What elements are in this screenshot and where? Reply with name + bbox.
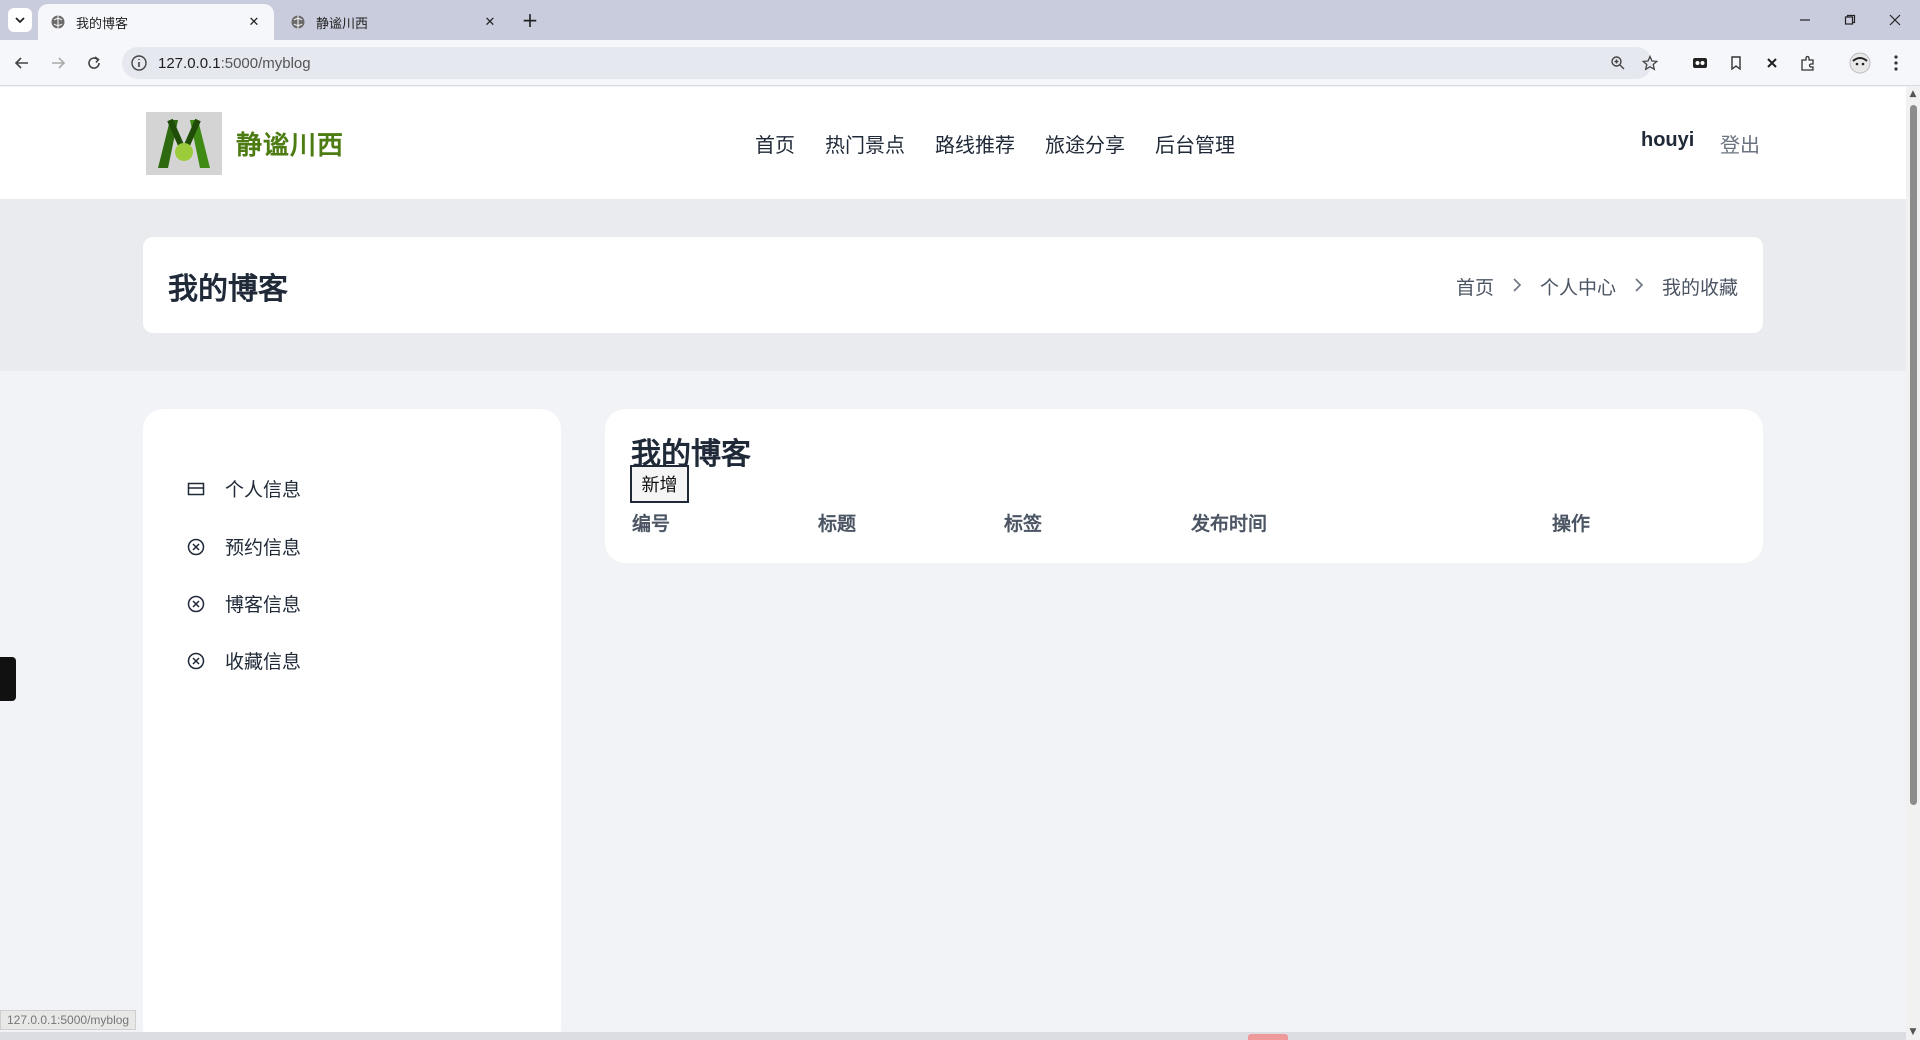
- globe-icon: [51, 15, 65, 29]
- zoom-icon[interactable]: [1608, 53, 1628, 73]
- scroll-down-icon[interactable]: ▼: [1908, 1027, 1918, 1037]
- breadcrumb-home[interactable]: 首页: [1456, 273, 1494, 300]
- circle-x-icon: [187, 652, 205, 670]
- circle-x-icon: [187, 538, 205, 556]
- breadcrumb-current: 我的收藏: [1661, 277, 1738, 299]
- title-card: 我的博客 首页 个人中心 我的收藏: [143, 237, 1763, 333]
- extension-icon[interactable]: [1688, 51, 1712, 75]
- taskbar-indicator: [1248, 1034, 1288, 1040]
- restore-icon[interactable]: [1835, 6, 1865, 34]
- nav-hot-spots[interactable]: 热门景点: [825, 129, 905, 158]
- blog-list-card: 我的博客 新增 编号 标题 标签 发布时间 操作: [605, 409, 1763, 563]
- reload-icon[interactable]: [80, 49, 108, 77]
- nav-admin[interactable]: 后台管理: [1155, 129, 1235, 158]
- browser-tab-bar: 我的博客 ✕ 静谧川西 ✕ +: [0, 0, 1920, 40]
- close-icon[interactable]: ✕: [480, 12, 500, 32]
- tab-title: 我的博客: [76, 16, 129, 32]
- puzzle-icon[interactable]: [1796, 51, 1820, 75]
- tab-search-button[interactable]: [8, 8, 32, 32]
- table-header: 编号 标题 标签 发布时间 操作: [632, 509, 1732, 537]
- id-card-icon: [187, 480, 205, 498]
- scroll-thumb[interactable]: [1910, 105, 1917, 805]
- sidebar-item-label: 博客信息: [225, 594, 302, 616]
- page-scrollbar[interactable]: ▲ ▼: [1906, 87, 1920, 1040]
- floating-side-handle[interactable]: [0, 657, 16, 701]
- browser-tab-active[interactable]: 我的博客 ✕: [38, 4, 274, 40]
- column-header-tags: 标签: [1004, 513, 1043, 535]
- close-icon[interactable]: ✕: [244, 12, 264, 32]
- sidebar-item-booking[interactable]: 预约信息: [187, 533, 301, 560]
- browser-tab[interactable]: 静谧川西 ✕: [278, 4, 510, 40]
- close-extension-icon[interactable]: [1760, 51, 1784, 75]
- sidebar-item-favorites[interactable]: 收藏信息: [187, 647, 301, 674]
- forward-icon[interactable]: [44, 49, 72, 77]
- column-header-title: 标题: [818, 513, 857, 535]
- bookmark-star-icon[interactable]: [1640, 53, 1660, 73]
- chevron-down-icon: [15, 17, 25, 24]
- nav-routes[interactable]: 路线推荐: [935, 129, 1015, 158]
- add-blog-button[interactable]: 新增: [630, 465, 689, 503]
- globe-icon: [291, 15, 305, 29]
- breadcrumb-personal-center[interactable]: 个人中心: [1540, 273, 1616, 300]
- page-title: 我的博客: [168, 272, 288, 307]
- chevron-right-icon: [1512, 276, 1522, 297]
- address-bar[interactable]: 127.0.0.1:5000/myblog: [122, 47, 1658, 79]
- site-header: 静谧川西 首页 热门景点 路线推荐 旅途分享 后台管理 houyi 登出: [0, 87, 1906, 199]
- username[interactable]: houyi: [1641, 129, 1694, 152]
- sidebar-item-profile[interactable]: 个人信息: [187, 475, 301, 502]
- column-header-actions: 操作: [1552, 513, 1591, 535]
- column-header-id: 编号: [632, 513, 671, 535]
- circle-x-icon: [187, 595, 205, 613]
- address-url: 127.0.0.1:5000/myblog: [158, 54, 311, 72]
- site-logo[interactable]: [146, 112, 222, 175]
- more-menu-icon[interactable]: [1884, 51, 1908, 75]
- minimize-icon[interactable]: [1790, 6, 1820, 34]
- page: 静谧川西 首页 热门景点 路线推荐 旅途分享 后台管理 houyi 登出 我的博…: [0, 87, 1906, 1040]
- sidebar-item-blog[interactable]: 博客信息: [187, 590, 301, 617]
- taskbar-strip: [0, 1032, 1906, 1040]
- sidebar-item-label: 个人信息: [225, 479, 302, 501]
- main-nav: 首页 热门景点 路线推荐 旅途分享 后台管理: [755, 129, 1235, 158]
- logout-link[interactable]: 登出: [1720, 129, 1760, 158]
- scroll-up-icon[interactable]: ▲: [1908, 89, 1918, 99]
- profile-avatar-icon[interactable]: [1848, 51, 1872, 75]
- site-info-icon[interactable]: [130, 54, 148, 72]
- sidebar: 个人信息 预约信息 博客信息 收藏信息: [143, 409, 561, 1040]
- back-icon[interactable]: [8, 49, 36, 77]
- brand-name[interactable]: 静谧川西: [236, 125, 344, 162]
- status-bar-url: 127.0.0.1:5000/myblog: [0, 1010, 137, 1030]
- nav-home[interactable]: 首页: [755, 129, 795, 158]
- sidebar-item-label: 预约信息: [225, 537, 302, 559]
- new-tab-button[interactable]: +: [518, 8, 542, 32]
- tab-title: 静谧川西: [316, 16, 369, 32]
- bookmark-icon[interactable]: [1724, 51, 1748, 75]
- page-banner: 我的博客 首页 个人中心 我的收藏: [0, 199, 1906, 371]
- sidebar-item-label: 收藏信息: [225, 651, 302, 673]
- column-header-publish-time: 发布时间: [1191, 513, 1268, 535]
- chevron-right-icon: [1634, 276, 1644, 297]
- breadcrumb: 首页 个人中心 我的收藏: [1456, 273, 1738, 300]
- window-close-icon[interactable]: [1880, 6, 1910, 34]
- browser-toolbar: 127.0.0.1:5000/myblog: [0, 40, 1920, 86]
- nav-travel-share[interactable]: 旅途分享: [1045, 129, 1125, 158]
